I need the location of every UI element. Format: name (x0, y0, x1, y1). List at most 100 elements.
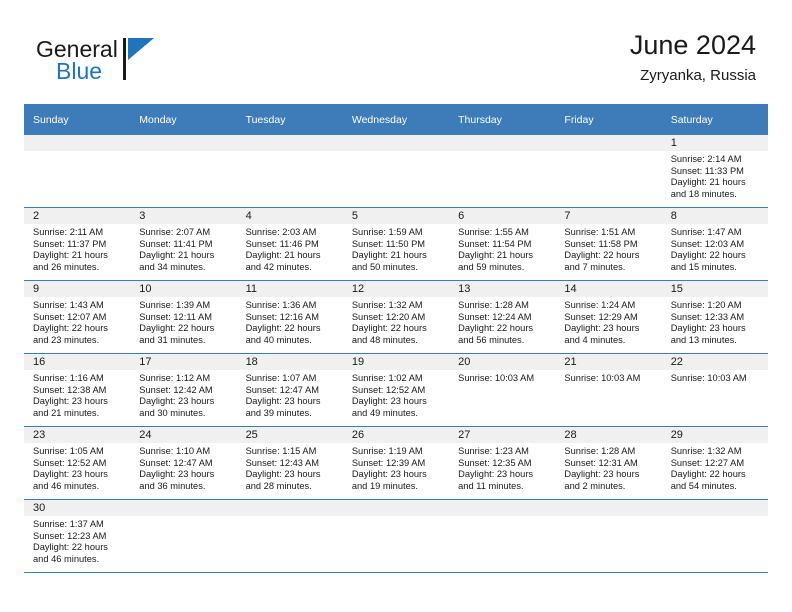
calendar-day-cell[interactable]: 5 Sunrise: 1:59 AM Sunset: 11:50 PM Dayligh… (342, 207, 450, 281)
calendar-day-cell-empty (555, 499, 662, 573)
day-number (661, 500, 768, 516)
calendar-day-cell[interactable]: 26 Sunrise: 1:19 AM Sunset: 12:39 AM Daylig… (342, 426, 450, 500)
day-detail-line: Daylight: 23 hours (245, 469, 321, 480)
day-detail-line: and 42 minutes. (245, 261, 312, 272)
day-details: Sunrise: 1:59 AM Sunset: 11:50 PM Daylight… (343, 224, 449, 273)
day-detail-line: Sunrise: 1:02 AM (351, 373, 423, 383)
calendar-day-cell[interactable]: 3 Sunrise: 2:07 AM Sunset: 11:41 PM Dayligh… (130, 207, 237, 281)
logo-text-blue: Blue (56, 58, 103, 84)
day-detail-line: Sunset: 11:33 PM (670, 165, 744, 176)
calendar-day-cell[interactable]: 25 Sunrise: 1:15 AM Sunset: 12:43 AM Daylig… (236, 426, 343, 500)
day-detail-line: and 39 minutes. (245, 407, 312, 418)
calendar-day-cell[interactable]: 28 Sunrise: 1:28 AM Sunset: 12:31 AM Daylig… (555, 426, 662, 500)
calendar-day-cell[interactable]: 29 Sunrise: 1:32 AM Sunset: 12:27 AM Daylig… (661, 426, 768, 500)
day-number: 5 (342, 208, 450, 224)
calendar-day-cell[interactable]: 8 Sunrise: 1:47 AM Sunset: 12:03 AM Dayligh… (661, 207, 768, 281)
day-number: 15 (661, 281, 768, 297)
day-detail-line: Sunset: 12:11 AM (139, 311, 212, 322)
calendar-day-cell[interactable]: 13 Sunrise: 1:28 AM Sunset: 12:24 AM Daylig… (449, 280, 556, 354)
day-detail-line: and 49 minutes. (351, 407, 418, 418)
calendar-day-cell[interactable]: 18 Sunrise: 1:07 AM Sunset: 12:47 AM Daylig… (236, 353, 343, 427)
calendar-week-row: 1 Sunrise: 2:14 AM Sunset: 11:33 PM Dayligh… (24, 135, 768, 208)
calendar-week-row: 23 Sunrise: 1:05 AM Sunset: 12:52 AM Daylig… (24, 426, 768, 500)
day-detail-line: Sunrise: 1:43 AM (33, 300, 104, 310)
day-detail-line: Sunrise: 10:03 AM (670, 373, 747, 383)
day-detail-line: Sunrise: 1:19 AM (351, 446, 423, 456)
day-details (343, 516, 449, 519)
calendar-day-cell[interactable]: 21 Sunrise: 10:03 AM (555, 353, 662, 427)
calendar-day-cell[interactable]: 23 Sunrise: 1:05 AM Sunset: 12:52 AM Daylig… (24, 426, 131, 500)
day-detail-line: Sunrise: 1:23 AM (458, 446, 529, 456)
day-detail-line: Daylight: 22 hours (245, 323, 321, 334)
day-detail-line: Daylight: 21 hours (351, 250, 427, 261)
day-detail-line: Sunrise: 1:47 AM (670, 227, 742, 237)
day-number: 3 (130, 208, 237, 224)
calendar-header-row: Sunday Monday Tuesday Wednesday Thursday Frid… (24, 104, 768, 135)
calendar-day-cell[interactable]: 12 Sunrise: 1:32 AM Sunset: 12:20 AM Daylig… (342, 280, 450, 354)
calendar-page: General Blue June 2024 Zyryanka, Russia … (0, 0, 792, 612)
day-number (342, 135, 450, 151)
calendar-grid: Sunday Monday Tuesday Wednesday Thursday Frid… (24, 104, 768, 573)
day-details: Sunrise: 1:55 AM Sunset: 11:54 PM Daylight… (449, 224, 555, 273)
calendar-day-cell[interactable]: 1 Sunrise: 2:14 AM Sunset: 11:33 PM Dayligh… (661, 135, 768, 208)
day-detail-line: Daylight: 22 hours (351, 323, 427, 334)
day-detail-line: Daylight: 23 hours (351, 469, 427, 480)
day-detail-line: Daylight: 22 hours (33, 323, 108, 334)
day-detail-line: Sunrise: 1:59 AM (351, 227, 423, 237)
day-detail-line: and 15 minutes. (670, 261, 737, 272)
day-details: Sunrise: 10:03 AM (449, 370, 555, 385)
logo-flagpole-icon (123, 38, 126, 80)
day-details: Sunrise: 1:20 AM Sunset: 12:33 AM Daylight… (662, 297, 768, 346)
calendar-day-cell[interactable]: 22 Sunrise: 10:03 AM (661, 353, 768, 427)
calendar-day-cell[interactable]: 14 Sunrise: 1:24 AM Sunset: 12:29 AM Daylig… (555, 280, 662, 354)
calendar-day-cell[interactable]: 11 Sunrise: 1:36 AM Sunset: 12:16 AM Daylig… (236, 280, 343, 354)
calendar-day-cell[interactable]: 20 Sunrise: 10:03 AM (449, 353, 556, 427)
day-number (24, 135, 131, 151)
calendar-table: Sunday Monday Tuesday Wednesday Thursday Frid… (24, 104, 768, 573)
calendar-day-cell[interactable]: 17 Sunrise: 1:12 AM Sunset: 12:42 AM Daylig… (130, 353, 237, 427)
general-blue-logo[interactable]: General Blue (36, 36, 216, 92)
day-detail-line: and 40 minutes. (245, 334, 312, 345)
calendar-day-cell[interactable]: 10 Sunrise: 1:39 AM Sunset: 12:11 AM Daylig… (130, 280, 237, 354)
calendar-day-cell[interactable]: 2 Sunrise: 2:11 AM Sunset: 11:37 PM Dayligh… (24, 207, 131, 281)
day-detail-line: Sunrise: 2:14 AM (670, 154, 742, 164)
day-detail-line: Sunset: 11:46 PM (245, 238, 319, 249)
day-detail-line: Sunrise: 1:05 AM (33, 446, 104, 456)
day-detail-line: Sunrise: 1:55 AM (458, 227, 529, 237)
calendar-day-cell[interactable]: 15 Sunrise: 1:20 AM Sunset: 12:33 AM Daylig… (661, 280, 768, 354)
calendar-day-cell[interactable]: 30 Sunrise: 1:37 AM Sunset: 12:23 AM Daylig… (24, 499, 131, 573)
day-detail-line: Sunrise: 1:12 AM (139, 373, 211, 383)
calendar-day-cell-empty (236, 135, 343, 208)
day-detail-line: Daylight: 21 hours (139, 250, 215, 261)
day-detail-line: Sunset: 12:43 AM (245, 457, 319, 468)
day-number (555, 135, 662, 151)
day-detail-line: Daylight: 22 hours (670, 250, 746, 261)
calendar-day-cell[interactable]: 19 Sunrise: 1:02 AM Sunset: 12:52 AM Daylig… (342, 353, 450, 427)
calendar-day-cell[interactable]: 9 Sunrise: 1:43 AM Sunset: 12:07 AM Dayligh… (24, 280, 131, 354)
day-number: 29 (661, 427, 768, 443)
calendar-day-cell[interactable]: 27 Sunrise: 1:23 AM Sunset: 12:35 AM Daylig… (449, 426, 556, 500)
day-details: Sunrise: 1:28 AM Sunset: 12:24 AM Daylight… (449, 297, 555, 346)
day-number (130, 135, 237, 151)
day-detail-line: and 28 minutes. (245, 480, 312, 491)
day-number (130, 500, 237, 516)
day-detail-line: Daylight: 23 hours (564, 469, 640, 480)
day-details: Sunrise: 1:07 AM Sunset: 12:47 AM Daylight… (237, 370, 343, 419)
day-detail-line: Sunset: 12:39 AM (351, 457, 426, 468)
calendar-day-cell[interactable]: 16 Sunrise: 1:16 AM Sunset: 12:38 AM Daylig… (24, 353, 131, 427)
day-number: 1 (661, 135, 768, 151)
day-details: Sunrise: 1:19 AM Sunset: 12:39 AM Daylight… (343, 443, 449, 492)
calendar-day-cell[interactable]: 4 Sunrise: 2:03 AM Sunset: 11:46 PM Dayligh… (236, 207, 343, 281)
page-header: General Blue June 2024 Zyryanka, Russia (0, 0, 792, 100)
calendar-day-cell-empty (130, 135, 237, 208)
calendar-day-cell[interactable]: 7 Sunrise: 1:51 AM Sunset: 11:58 PM Dayligh… (555, 207, 662, 281)
day-detail-line: Sunrise: 1:15 AM (245, 446, 317, 456)
day-details: Sunrise: 2:07 AM Sunset: 11:41 PM Daylight… (130, 224, 236, 273)
title-block: June 2024 Zyryanka, Russia (630, 28, 756, 87)
day-detail-line: Sunset: 12:07 AM (33, 311, 107, 322)
calendar-day-cell[interactable]: 24 Sunrise: 1:10 AM Sunset: 12:47 AM Daylig… (130, 426, 237, 500)
day-detail-line: Sunset: 11:41 PM (139, 238, 213, 249)
day-details: Sunrise: 1:36 AM Sunset: 12:16 AM Daylight… (237, 297, 343, 346)
calendar-day-cell[interactable]: 6 Sunrise: 1:55 AM Sunset: 11:54 PM Dayligh… (449, 207, 556, 281)
day-number: 30 (24, 500, 131, 516)
